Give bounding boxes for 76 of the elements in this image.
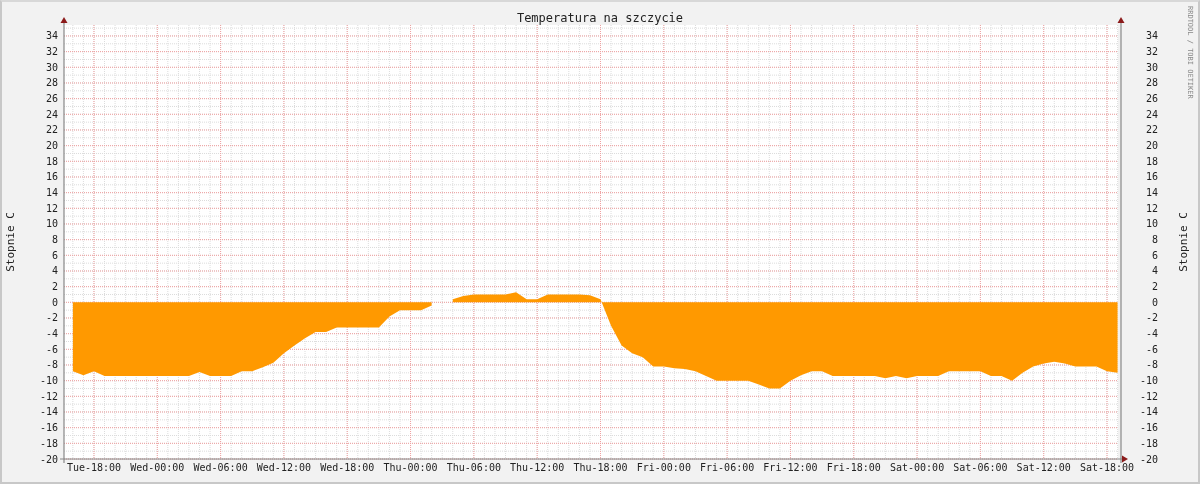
tick-label: 16 xyxy=(1145,171,1158,183)
tick-label: 24 xyxy=(1145,108,1158,120)
tick-label: 32 xyxy=(1145,46,1158,58)
tick-label: 4 xyxy=(1151,265,1158,277)
tick-label: Thu-00:00 xyxy=(383,462,438,473)
tick-label: 26 xyxy=(45,93,58,105)
tick-label: 6 xyxy=(1151,249,1158,261)
tick-label: Sat-00:00 xyxy=(890,462,945,473)
tick-label: -8 xyxy=(45,359,58,371)
tick-label: 6 xyxy=(51,249,58,261)
tick-label: -14 xyxy=(39,406,58,418)
tick-label: Thu-12:00 xyxy=(510,462,565,473)
tick-label: 16 xyxy=(45,171,58,183)
tick-label: Fri-12:00 xyxy=(763,462,818,473)
tick-label: -16 xyxy=(1139,422,1158,434)
tick-label: 8 xyxy=(51,234,58,246)
axis-label: Stopnie C xyxy=(4,212,17,272)
tick-label: 34 xyxy=(45,30,58,42)
tick-label: -20 xyxy=(1139,453,1158,465)
tick-label: -10 xyxy=(1139,375,1158,387)
tick-label: 30 xyxy=(45,61,58,73)
tick-label: Fri-06:00 xyxy=(700,462,755,473)
tick-label: 32 xyxy=(45,46,58,58)
tick-label: Sat-12:00 xyxy=(1016,462,1071,473)
tick-label: 8 xyxy=(1151,234,1158,246)
tick-label: Wed-00:00 xyxy=(130,462,185,473)
tick-label: -10 xyxy=(39,375,58,387)
tick-label: Thu-06:00 xyxy=(446,462,501,473)
tick-label: Fri-00:00 xyxy=(636,462,691,473)
tick-label: 24 xyxy=(45,108,58,120)
tick-label: 10 xyxy=(1145,218,1158,230)
tick-label: 0 xyxy=(51,296,58,308)
tick-label: -6 xyxy=(45,343,58,355)
tick-label: 22 xyxy=(1145,124,1158,136)
tick-label: -2 xyxy=(1145,312,1158,324)
tick-label: -18 xyxy=(39,437,58,449)
tick-label: 30 xyxy=(1145,61,1158,73)
tick-label: 20 xyxy=(1145,140,1158,152)
tick-label: 26 xyxy=(1145,93,1158,105)
tick-label: Wed-06:00 xyxy=(193,462,248,473)
tick-label: 34 xyxy=(1145,30,1158,42)
tick-label: Fri-18:00 xyxy=(826,462,881,473)
tick-label: -20 xyxy=(39,453,58,465)
tick-label: Wed-12:00 xyxy=(256,462,311,473)
tick-label: Sat-18:00 xyxy=(1079,462,1135,473)
tick-label: 22 xyxy=(45,124,58,136)
tick-label: 14 xyxy=(1145,187,1158,199)
tick-label: 2 xyxy=(51,281,58,293)
axis-label: Stopnie C xyxy=(1177,212,1190,272)
tick-label: 14 xyxy=(45,187,58,199)
tick-label: 18 xyxy=(1145,155,1158,167)
tick-label: -6 xyxy=(1145,343,1158,355)
tick-label: 0 xyxy=(1151,296,1158,308)
tick-label: -2 xyxy=(45,312,58,324)
tick-label: 10 xyxy=(45,218,58,230)
tick-label: 18 xyxy=(45,155,58,167)
tick-label: -4 xyxy=(45,328,58,340)
tick-label: -12 xyxy=(1139,390,1158,402)
tick-label: 28 xyxy=(45,77,58,89)
tick-label: 20 xyxy=(45,140,58,152)
tick-label: -14 xyxy=(1139,406,1158,418)
tick-label: 2 xyxy=(1151,281,1158,293)
tick-label: -16 xyxy=(39,422,58,434)
tick-label: 12 xyxy=(1145,202,1158,214)
tick-label: -18 xyxy=(1139,437,1158,449)
tick-label: 28 xyxy=(1145,77,1158,89)
tick-label: 12 xyxy=(45,202,58,214)
tick-label: -12 xyxy=(39,390,58,402)
tick-label: -8 xyxy=(1145,359,1158,371)
tick-label: Tue-18:00 xyxy=(66,462,122,473)
tick-label: Thu-18:00 xyxy=(573,462,628,473)
chart-title: Temperatura na szczycie xyxy=(516,11,684,25)
tick-label: -4 xyxy=(1145,328,1158,340)
tick-label: 4 xyxy=(51,265,58,277)
tick-label: Sat-06:00 xyxy=(953,462,1008,473)
tick-label: Wed-18:00 xyxy=(320,462,375,473)
